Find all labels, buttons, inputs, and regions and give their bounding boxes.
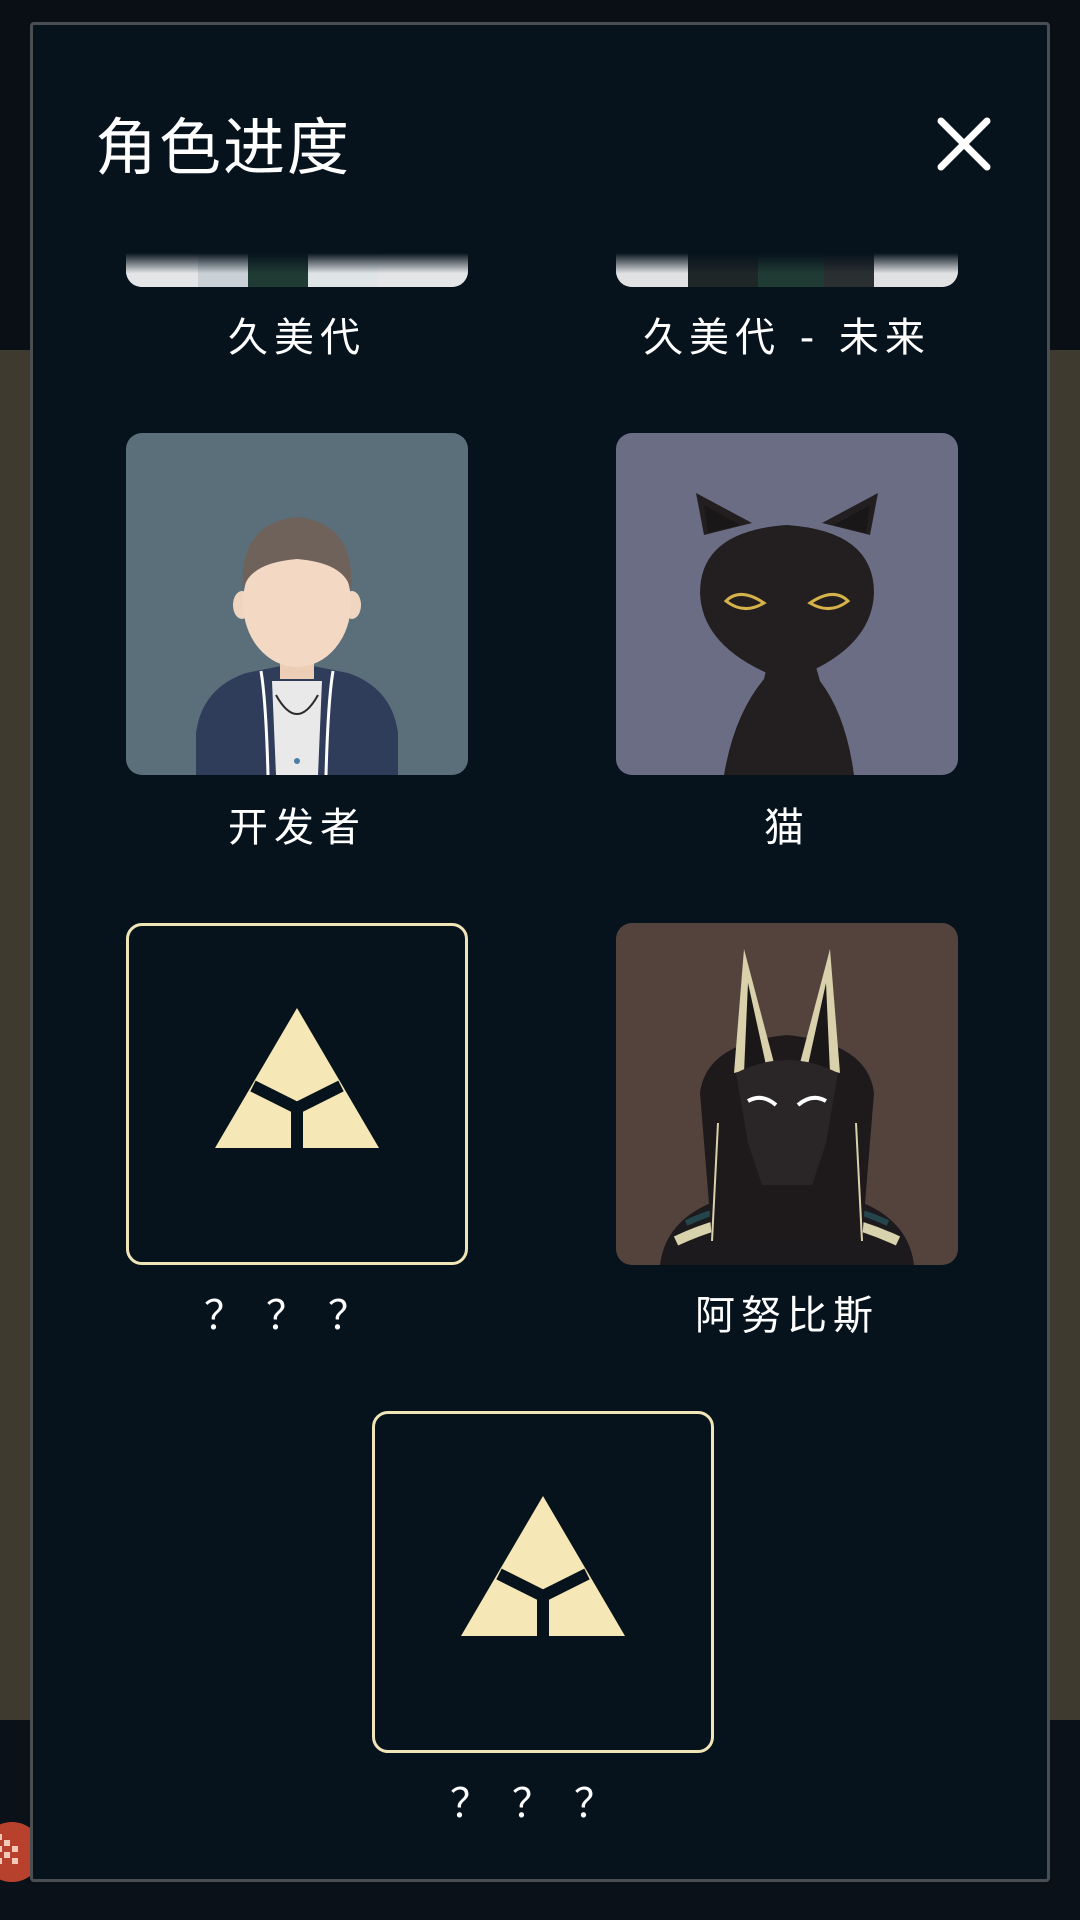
kumiyo-future-portrait [616,253,958,287]
character-card-kumiyo-future[interactable] [616,253,958,287]
character-card-locked-2[interactable] [372,1411,714,1753]
character-label-kumiyo: 久美代 [228,315,366,361]
character-card-locked-1[interactable] [126,923,468,1265]
character-progress-panel: 角色进度 久美代 久美代 - 未来 开发者 猫 ？？？ 阿努比斯 ？？？ [30,22,1050,1882]
character-label-kumiyo-future: 久美代 - 未来 [643,315,931,361]
character-grid: 久美代 久美代 - 未来 开发者 猫 ？？？ 阿努比斯 ？？？ [33,25,1047,1879]
triangle-emblem-icon [215,1008,379,1152]
character-label-developer: 开发者 [228,805,366,851]
character-card-kumiyo[interactable] [126,253,468,287]
character-card-developer[interactable] [126,433,468,775]
anubis-portrait [616,923,958,1265]
character-card-cat[interactable] [616,433,958,775]
character-card-anubis[interactable] [616,923,958,1265]
kumiyo-portrait [126,253,468,287]
character-label-anubis: 阿努比斯 [695,1293,879,1339]
triangle-emblem-icon [461,1496,625,1640]
developer-portrait [126,433,468,775]
cat-portrait [616,433,958,775]
character-label-locked-1: ？？？ [204,1293,390,1339]
character-label-cat: 猫 [764,805,810,851]
character-label-locked-2: ？？？ [450,1781,636,1827]
